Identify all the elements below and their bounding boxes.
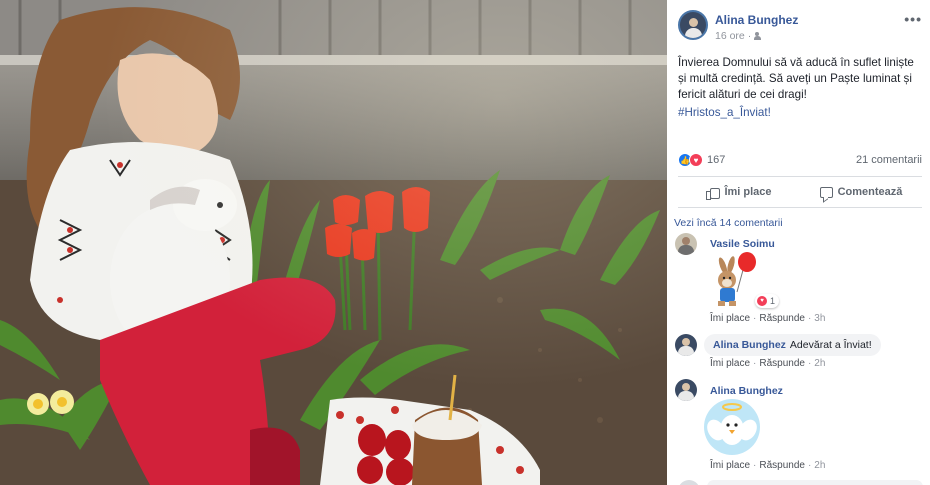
comment-time[interactable]: 2h	[814, 460, 825, 471]
angel-bird-sticker	[704, 399, 760, 455]
comment-like-link[interactable]: Îmi place	[710, 460, 750, 471]
commenter-name[interactable]: Alina Bunghez	[713, 339, 786, 351]
dot-separator: ·	[807, 358, 812, 369]
reaction-count: 167	[707, 154, 726, 166]
dot-separator: ·	[753, 358, 757, 369]
comment-reply-link[interactable]: Răspunde	[759, 358, 805, 369]
write-comment-input[interactable]	[707, 480, 923, 485]
post-meta: 16 ore ·	[715, 30, 764, 42]
like-button[interactable]: Îmi place	[678, 180, 800, 204]
commenter-avatar[interactable]	[675, 334, 697, 356]
comment-icon	[819, 186, 833, 198]
post-photo[interactable]	[0, 0, 667, 485]
divider	[678, 176, 922, 177]
thumbs-up-icon	[706, 186, 721, 200]
meta-separator: ·	[747, 30, 752, 42]
comments-section: Vezi încă 14 comentarii Vasile Soimu ♥ 1…	[667, 208, 930, 485]
comment-reaction-count: 1	[770, 296, 776, 306]
friends-icon[interactable]	[754, 32, 764, 40]
comment-button[interactable]: Comentează	[800, 180, 922, 204]
comment-reaction[interactable]: ♥ 1	[755, 294, 780, 308]
post-actions: Îmi place Comentează	[678, 180, 922, 204]
author-avatar[interactable]	[678, 10, 708, 40]
commenter-name[interactable]: Alina Bunghez	[710, 385, 783, 397]
post-text: Învierea Domnului să vă aducă în suflet …	[678, 56, 914, 101]
dot-separator: ·	[753, 460, 757, 471]
like-button-label: Îmi place	[724, 186, 772, 198]
reactions-summary[interactable]: 👍 ♥ 167	[678, 153, 725, 167]
love-icon: ♥	[689, 153, 703, 167]
comment-count[interactable]: 21 comentarii	[856, 154, 922, 166]
more-options-icon[interactable]: •••	[904, 11, 922, 27]
current-user-avatar	[678, 480, 700, 485]
post-time[interactable]: 16 ore	[715, 30, 745, 42]
author-name[interactable]: Alina Bunghez	[715, 13, 798, 27]
post-stats: 👍 ♥ 167 21 comentarii	[678, 153, 922, 169]
post-header: Alina Bunghez 16 ore · •••	[678, 10, 922, 44]
love-icon: ♥	[757, 296, 767, 306]
comment-text: Adevărat a Înviat!	[789, 339, 872, 351]
dot-separator: ·	[807, 460, 812, 471]
comment-actions: Îmi place · Răspunde · 2h	[710, 460, 828, 471]
easter-photo-illustration	[0, 0, 667, 485]
dot-separator: ·	[807, 313, 812, 324]
comment-reply-link[interactable]: Răspunde	[759, 460, 805, 471]
comment-like-link[interactable]: Îmi place	[710, 358, 750, 369]
comment-button-label: Comentează	[837, 186, 903, 198]
post-side-panel: Alina Bunghez 16 ore · ••• Învierea Domn…	[667, 0, 930, 485]
comment-bubble: Alina Bunghez Adevărat a Înviat!	[704, 334, 881, 356]
commenter-avatar[interactable]	[675, 233, 697, 255]
commenter-name[interactable]: Vasile Soimu	[710, 238, 775, 250]
comment-like-link[interactable]: Îmi place	[710, 313, 750, 324]
comment-actions: Îmi place · Răspunde · 3h	[710, 313, 828, 324]
comment-actions: Îmi place · Răspunde · 2h	[710, 358, 828, 369]
post-hashtag[interactable]: #Hristos_a_Înviat!	[678, 106, 771, 119]
comment-reply-link[interactable]: Răspunde	[759, 313, 805, 324]
comment-time[interactable]: 3h	[814, 313, 825, 324]
commenter-avatar[interactable]	[675, 379, 697, 401]
bunny-balloon-sticker	[718, 252, 756, 306]
comment-time[interactable]: 2h	[814, 358, 825, 369]
view-more-comments-link[interactable]: Vezi încă 14 comentarii	[674, 217, 783, 229]
dot-separator: ·	[753, 313, 757, 324]
